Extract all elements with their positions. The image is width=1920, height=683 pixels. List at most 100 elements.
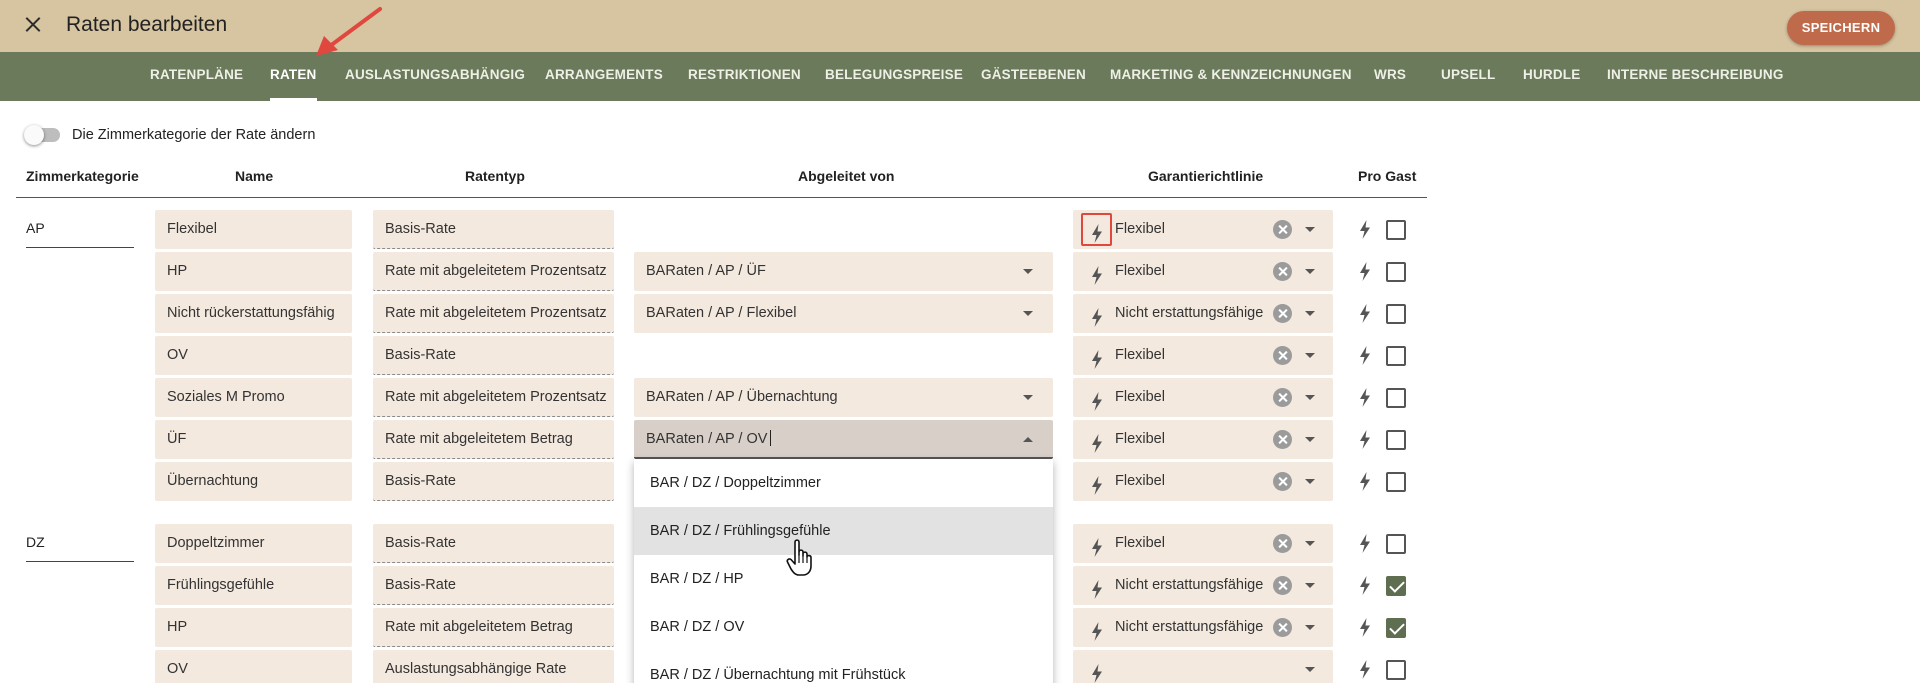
chevron-down-icon[interactable] — [1023, 269, 1033, 274]
pro-gast-checkbox[interactable] — [1386, 534, 1406, 554]
pro-gast-checkbox[interactable] — [1386, 660, 1406, 680]
rate-name-field[interactable]: OV — [155, 650, 352, 683]
chevron-down-icon[interactable] — [1305, 541, 1315, 546]
lightning-icon[interactable] — [1091, 388, 1103, 411]
rate-type-field[interactable]: Basis-Rate — [373, 210, 614, 249]
chevron-down-icon[interactable] — [1305, 395, 1315, 400]
lightning-icon[interactable] — [1091, 534, 1103, 557]
rate-name-field[interactable]: Doppeltzimmer — [155, 524, 352, 563]
tab-gaesteebenen[interactable]: GÄSTEEBENEN — [981, 52, 1086, 101]
tab-restriktionen[interactable]: RESTRIKTIONEN — [688, 52, 801, 101]
pro-gast-checkbox[interactable] — [1386, 220, 1406, 240]
pro-gast-checkbox[interactable] — [1386, 618, 1406, 638]
lightning-icon[interactable] — [1359, 220, 1371, 239]
rate-type-field[interactable]: Auslastungsabhängige Rate — [373, 650, 614, 683]
clear-circle-icon[interactable] — [1273, 618, 1292, 637]
guarantee-select[interactable]: Nicht erstattungsfähige — [1073, 294, 1333, 333]
save-button[interactable]: SPEICHERN — [1787, 11, 1895, 45]
chevron-down-icon[interactable] — [1023, 395, 1033, 400]
rate-name-field[interactable]: Frühlingsgefühle — [155, 566, 352, 605]
guarantee-select[interactable]: Flexibel — [1073, 336, 1333, 375]
rate-name-field[interactable]: Soziales M Promo — [155, 378, 352, 417]
guarantee-select[interactable] — [1073, 650, 1333, 683]
lightning-icon[interactable] — [1359, 660, 1371, 679]
rate-type-field[interactable]: Basis-Rate — [373, 566, 614, 605]
lightning-icon[interactable] — [1359, 618, 1371, 637]
tab-arrangements[interactable]: ARRANGEMENTS — [545, 52, 663, 101]
rate-type-field[interactable]: Rate mit abgeleitetem Betrag — [373, 608, 614, 647]
tab-marketing[interactable]: MARKETING & KENNZEICHNUNGEN — [1110, 52, 1352, 101]
chevron-down-icon[interactable] — [1305, 227, 1315, 232]
rate-type-field[interactable]: Rate mit abgeleitetem Prozentsatz — [373, 294, 614, 333]
rate-name-field[interactable]: OV — [155, 336, 352, 375]
clear-circle-icon[interactable] — [1273, 304, 1292, 323]
rate-type-field[interactable]: Rate mit abgeleitetem Prozentsatz — [373, 252, 614, 291]
tab-interne-beschreibung[interactable]: INTERNE BESCHREIBUNG — [1607, 52, 1784, 101]
guarantee-select[interactable]: Flexibel — [1073, 420, 1333, 459]
tab-hurdle[interactable]: HURDLE — [1523, 52, 1580, 101]
rate-type-field[interactable]: Rate mit abgeleitetem Prozentsatz — [373, 378, 614, 417]
rate-name-field[interactable]: Übernachtung — [155, 462, 352, 501]
clear-circle-icon[interactable] — [1273, 472, 1292, 491]
lightning-icon[interactable] — [1359, 346, 1371, 365]
rate-name-field[interactable]: Flexibel — [155, 210, 352, 249]
pro-gast-checkbox[interactable] — [1386, 346, 1406, 366]
derived-from-select[interactable]: BARaten / AP / Flexibel — [634, 294, 1053, 333]
tab-auslastungsabhaengig[interactable]: AUSLASTUNGSABHÄNGIG — [345, 52, 525, 101]
tab-belegungspreise[interactable]: BELEGUNGSPREISE — [825, 52, 963, 101]
rate-name-field[interactable]: HP — [155, 252, 352, 291]
rate-type-field[interactable]: Basis-Rate — [373, 336, 614, 375]
lightning-icon[interactable] — [1091, 262, 1103, 285]
lightning-icon[interactable] — [1091, 430, 1103, 453]
clear-circle-icon[interactable] — [1273, 220, 1292, 239]
rate-name-field[interactable]: HP — [155, 608, 352, 647]
chevron-down-icon[interactable] — [1305, 625, 1315, 630]
pro-gast-checkbox[interactable] — [1386, 576, 1406, 596]
tab-ratenplaene[interactable]: RATENPLÄNE — [150, 52, 243, 101]
dropdown-option[interactable]: BAR / DZ / OV — [634, 603, 1053, 651]
room-category-toggle[interactable] — [24, 125, 60, 145]
chevron-up-icon[interactable] — [1023, 437, 1033, 442]
lightning-icon[interactable] — [1091, 618, 1103, 641]
dropdown-option[interactable]: BAR / DZ / Doppeltzimmer — [634, 459, 1053, 507]
guarantee-select[interactable]: Flexibel — [1073, 252, 1333, 291]
guarantee-select[interactable]: Flexibel — [1073, 378, 1333, 417]
rate-type-field[interactable]: Rate mit abgeleitetem Betrag — [373, 420, 614, 459]
dropdown-option[interactable]: BAR / DZ / HP — [634, 555, 1053, 603]
tab-raten[interactable]: RATEN — [270, 52, 317, 101]
clear-circle-icon[interactable] — [1273, 430, 1292, 449]
chevron-down-icon[interactable] — [1305, 437, 1315, 442]
lightning-icon[interactable] — [1091, 304, 1103, 327]
lightning-icon[interactable] — [1359, 534, 1371, 553]
rate-name-field[interactable]: Nicht rückerstattungsfähig — [155, 294, 352, 333]
clear-circle-icon[interactable] — [1273, 388, 1292, 407]
pro-gast-checkbox[interactable] — [1386, 472, 1406, 492]
chevron-down-icon[interactable] — [1305, 353, 1315, 358]
lightning-icon[interactable] — [1359, 304, 1371, 323]
guarantee-select[interactable]: Flexibel — [1073, 462, 1333, 501]
derived-from-select[interactable]: BARaten / AP / ÜF — [634, 252, 1053, 291]
clear-circle-icon[interactable] — [1273, 346, 1292, 365]
lightning-icon[interactable] — [1359, 262, 1371, 281]
pro-gast-checkbox[interactable] — [1386, 304, 1406, 324]
lightning-icon[interactable] — [1359, 430, 1371, 449]
rate-name-field[interactable]: ÜF — [155, 420, 352, 459]
chevron-down-icon[interactable] — [1023, 311, 1033, 316]
guarantee-select[interactable]: Nicht erstattungsfähige — [1073, 566, 1333, 605]
clear-circle-icon[interactable] — [1273, 576, 1292, 595]
chevron-down-icon[interactable] — [1305, 479, 1315, 484]
clear-circle-icon[interactable] — [1273, 534, 1292, 553]
lightning-icon[interactable] — [1359, 472, 1371, 491]
pro-gast-checkbox[interactable] — [1386, 262, 1406, 282]
derived-from-select[interactable]: BARaten / AP / Übernachtung — [634, 378, 1053, 417]
lightning-icon[interactable] — [1091, 472, 1103, 495]
chevron-down-icon[interactable] — [1305, 583, 1315, 588]
tab-upsell[interactable]: UPSELL — [1441, 52, 1495, 101]
rate-type-field[interactable]: Basis-Rate — [373, 524, 614, 563]
dropdown-option-highlighted[interactable]: BAR / DZ / Frühlingsgefühle — [634, 507, 1053, 555]
lightning-icon[interactable] — [1091, 576, 1103, 599]
clear-circle-icon[interactable] — [1273, 262, 1292, 281]
dropdown-option[interactable]: BAR / DZ / Übernachtung mit Frühstück — [634, 651, 1053, 683]
chevron-down-icon[interactable] — [1305, 667, 1315, 672]
rate-type-field[interactable]: Basis-Rate — [373, 462, 614, 501]
